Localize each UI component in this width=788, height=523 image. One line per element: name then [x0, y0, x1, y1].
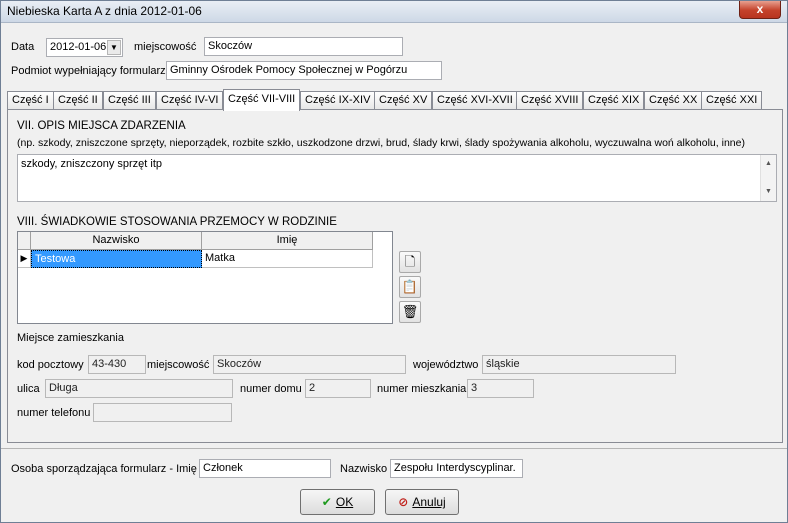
section7-title: VII. OPIS MIEJSCA ZDARZENIA: [17, 120, 186, 132]
window-title: Niebieska Karta A z dnia 2012-01-06: [7, 4, 202, 18]
close-button[interactable]: x: [739, 1, 781, 19]
address-miejscowosc-label: miejscowość: [147, 359, 210, 371]
date-select[interactable]: 2012-01-06 ▼: [46, 38, 123, 57]
section8-title: VIII. ŚWIADKOWIE STOSOWANIA PRZEMOCY W R…: [17, 216, 337, 228]
tab-czesc-ii[interactable]: Część II: [53, 91, 103, 110]
osoba-imie-label: Osoba sporządzająca formularz - Imię: [11, 463, 197, 475]
row-indicator-icon[interactable]: ▶: [18, 250, 31, 268]
tab-czesc-xxi[interactable]: Część XXI: [701, 91, 763, 110]
tab-czesc-xvi-xvii[interactable]: Część XVI-XVII: [432, 91, 518, 110]
edit-record-icon[interactable]: 📋: [399, 276, 421, 298]
tab-czesc-xviii[interactable]: Część XVIII: [516, 91, 584, 110]
telefon-label: numer telefonu: [17, 407, 91, 419]
ulica-label: ulica: [17, 383, 40, 395]
new-record-icon[interactable]: 🗋: [399, 251, 421, 273]
ulica-field[interactable]: Długa: [45, 379, 233, 398]
kod-field[interactable]: 43-430: [88, 355, 146, 374]
tab-czesc-iii[interactable]: Część III: [103, 91, 156, 110]
chevron-down-icon[interactable]: ▼: [107, 40, 121, 55]
column-header-nazwisko[interactable]: Nazwisko: [31, 232, 202, 250]
tab-czesc-vii-viii[interactable]: Część VII-VIII: [223, 89, 301, 111]
tab-czesc-xix[interactable]: Część XIX: [583, 91, 645, 110]
dialog-window: Niebieska Karta A z dnia 2012-01-06 x Da…: [0, 0, 788, 523]
section7-hint: (np. szkody, zniszczone sprzęty, nieporz…: [17, 137, 745, 149]
osoba-nazwisko-field[interactable]: Zespołu Interdyscyplinar.: [390, 459, 523, 478]
section7-textarea[interactable]: szkody, zniszczony sprzęt itp ▲ ▼: [17, 154, 777, 202]
cell-nazwisko[interactable]: Testowa: [31, 250, 202, 268]
delete-trash-icon[interactable]: 🗑: [399, 301, 421, 323]
witnesses-grid[interactable]: Nazwisko Imię ▶ Testowa Matka: [17, 231, 393, 324]
section7-text: szkody, zniszczony sprzęt itp: [21, 158, 163, 170]
ok-button[interactable]: ✔ OK: [300, 489, 375, 515]
podmiot-label: Podmiot wypełniający formularz: [11, 65, 166, 77]
tab-panel: VII. OPIS MIEJSCA ZDARZENIA (np. szkody,…: [7, 109, 783, 443]
cancel-label: Anuluj: [412, 495, 446, 509]
data-label: Data: [11, 41, 35, 53]
tab-czesc-xv[interactable]: Część XV: [374, 91, 433, 110]
dom-label: numer domu: [240, 383, 302, 395]
tab-strip: Część I Część II Część III Część IV-VI C…: [7, 89, 777, 111]
miejscowosc-label: miejscowość: [134, 41, 197, 53]
scroll-up-icon[interactable]: ▲: [761, 157, 776, 171]
osoba-nazwisko-label: Nazwisko: [340, 463, 388, 475]
osoba-imie-field[interactable]: Członek: [199, 459, 331, 478]
checkmark-icon: ✔: [321, 495, 332, 509]
footer-separator: [1, 448, 787, 449]
scroll-down-icon[interactable]: ▼: [761, 185, 776, 199]
tab-czesc-i[interactable]: Część I: [7, 91, 54, 110]
podmiot-field[interactable]: Gminny Ośrodek Pomocy Społecznej w Pogór…: [166, 61, 442, 80]
address-heading: Miejsce zamieszkania: [17, 332, 124, 344]
cancel-icon: ⊘: [398, 495, 409, 509]
cancel-button[interactable]: ⊘ Anuluj: [385, 489, 459, 515]
miejscowosc-field[interactable]: Skoczów: [204, 37, 403, 56]
date-value: 2012-01-06: [50, 41, 107, 53]
tab-czesc-xx[interactable]: Część XX: [644, 91, 703, 110]
tab-czesc-iv-vi[interactable]: Część IV-VI: [156, 91, 224, 110]
wojewodztwo-field[interactable]: śląskie: [482, 355, 676, 374]
dom-field[interactable]: 2: [305, 379, 371, 398]
mieszkania-field[interactable]: 3: [467, 379, 534, 398]
tab-czesc-ix-xiv[interactable]: Część IX-XIV: [300, 91, 376, 110]
telefon-field[interactable]: [93, 403, 232, 422]
ok-label: OK: [335, 495, 354, 509]
cell-imie[interactable]: Matka: [202, 250, 373, 268]
kod-label: kod pocztowy: [17, 359, 84, 371]
title-bar: Niebieska Karta A z dnia 2012-01-06 x: [1, 1, 787, 23]
mieszkania-label: numer mieszkania: [377, 383, 467, 395]
vertical-scrollbar[interactable]: ▲ ▼: [760, 155, 776, 201]
wojewodztwo-label: województwo: [413, 359, 479, 371]
grid-corner: [18, 232, 31, 250]
address-miejscowosc-field[interactable]: Skoczów: [213, 355, 406, 374]
column-header-imie[interactable]: Imię: [202, 232, 373, 250]
